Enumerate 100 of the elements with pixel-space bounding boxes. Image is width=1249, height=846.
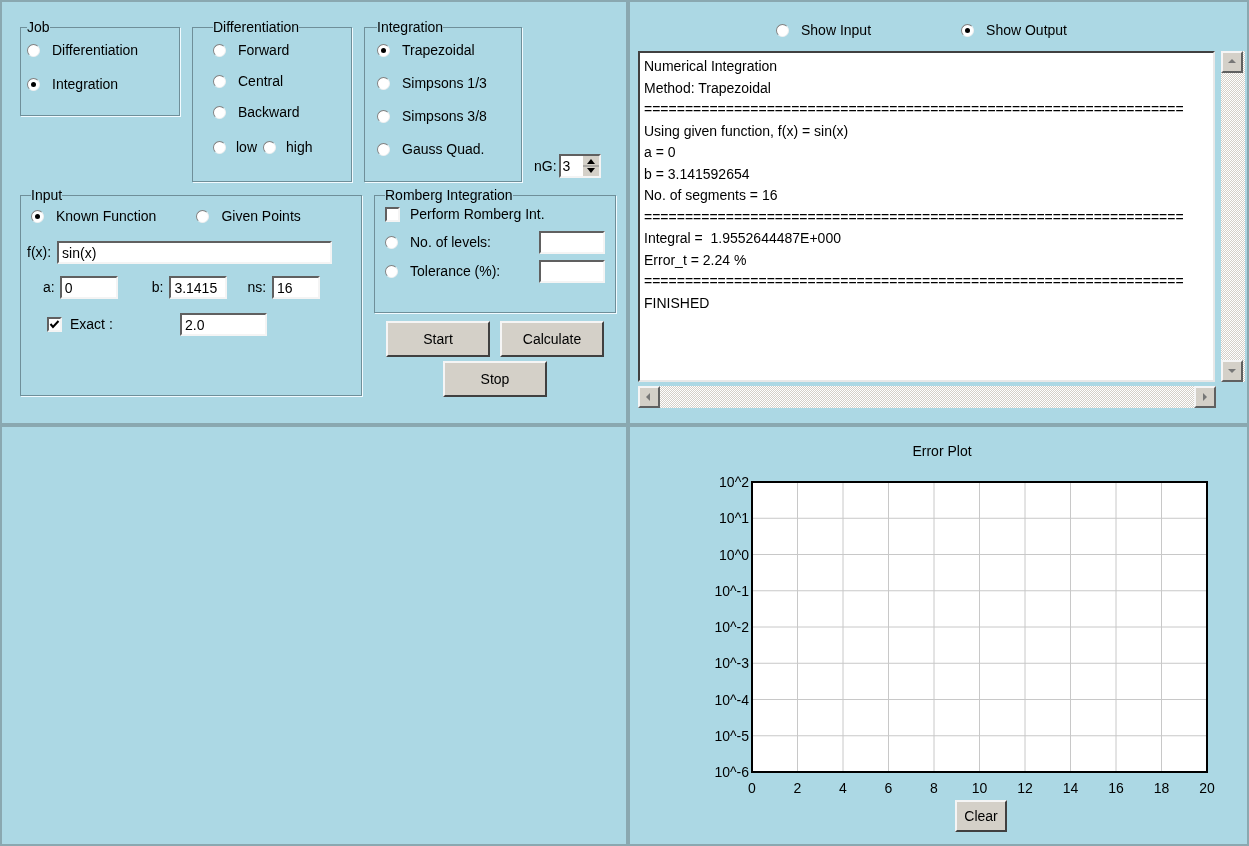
checkbox-label: Exact : [70,315,114,334]
scroll-up-button[interactable] [1221,51,1244,73]
output-line: Numerical Integration [644,57,778,76]
radio-button[interactable] [776,24,789,37]
checkbox[interactable] [385,207,400,222]
radio-button[interactable] [385,236,398,249]
radio-button[interactable] [213,75,226,88]
radio-label: Simpsons 3/8 [402,107,487,126]
spin-value: 3 [561,156,572,176]
push-button[interactable]: Start [386,321,490,357]
push-button[interactable]: Calculate [500,321,604,357]
radio-label: Show Output [986,21,1067,40]
y-tick-label: 10^0 [719,546,749,563]
output-line: Using given function, f(x) = sin(x) [644,121,849,141]
output-line: ================================================================== [644,207,1184,227]
text-field[interactable] [539,231,605,254]
radio-label: high [286,138,313,157]
text-field[interactable]: 0 [59,276,118,299]
group-title: Input [31,188,63,202]
radio-button[interactable] [377,110,390,123]
x-tick-label: 12 [1017,780,1033,796]
y-tick-label: 10^-4 [714,691,749,708]
radio-label: No. of levels: [410,233,491,252]
radio-label: Simpsons 1/3 [402,74,487,93]
x-tick-label: 8 [930,780,938,796]
y-tick-label: 10^-2 [714,619,749,635]
radio-label: Trapezoidal [402,41,475,60]
radio-button[interactable] [213,141,226,154]
horizontal-scrollbar[interactable] [638,386,1216,408]
radio-button[interactable] [377,77,390,90]
clear-button[interactable]: Clear [955,800,1007,832]
radio-button[interactable] [213,44,226,57]
radio-label: Forward [238,41,290,60]
text-field[interactable]: 16 [272,276,321,299]
x-tick-label: 10 [971,780,988,796]
y-tick-label: 10^1 [719,510,749,527]
x-tick-label: 4 [839,780,847,796]
ng-label: nG: [534,156,557,176]
output-line: ================================================================== [644,100,1184,119]
output-line: Integral = 1.9552644487E+000 [644,229,841,248]
group-title: Job [27,20,50,34]
x-tick-label: 2 [793,780,802,796]
radio-label: Tolerance (%): [410,262,501,281]
radio-button[interactable] [31,210,44,223]
spin-field[interactable]: 3 [558,154,601,178]
y-tick-label: 10^2 [719,474,749,490]
x-tick-label: 16 [1108,780,1124,796]
x-tick-label: 0 [748,780,756,796]
text-field[interactable]: 2.0 [180,313,267,336]
y-tick-label: 10^-6 [714,764,749,780]
x-tick-label: 14 [1062,780,1079,796]
radio-button[interactable] [377,44,390,57]
radio-label: Given Points [221,207,301,226]
radio-label: Central [238,72,284,91]
text-field[interactable]: 3.1415 [169,276,228,299]
output-line: Method: Trapezoidal [644,78,771,98]
radio-button[interactable] [196,210,210,223]
x-tick-label: 18 [1153,780,1170,796]
radio-label: low [236,138,257,157]
field-label: ns: [247,278,267,297]
x-tick-label: 20 [1199,780,1215,796]
radio-button[interactable] [263,141,276,154]
group-title: Integration [377,20,444,34]
radio-button[interactable] [385,265,398,278]
radio-label: Differentiation [52,41,139,60]
field-label: b: [151,278,164,297]
radio-button[interactable] [27,78,40,91]
radio-label: Show Input [801,21,872,40]
text-field[interactable]: sin(x) [57,241,333,264]
y-tick-label: 10^-5 [714,727,749,744]
radio-label: Known Function [56,207,157,226]
chart-title: Error Plot [912,442,972,461]
output-line: ================================================================== [644,272,1184,291]
field-label: f(x): [27,243,52,262]
radio-label: Gauss Quad. [402,140,485,159]
group-title: Romberg Integration [385,188,513,202]
output-line: FINISHED [644,293,710,313]
push-button[interactable]: Stop [443,361,547,397]
radio-label: Backward [238,103,300,122]
text-field[interactable] [539,260,605,283]
scroll-right-button[interactable] [1194,386,1216,408]
field-label: a: [43,278,55,297]
scroll-down-button[interactable] [1221,360,1244,382]
vertical-scrollbar[interactable] [1221,51,1245,382]
radio-button[interactable] [961,24,975,37]
output-line: a = 0 [644,143,676,162]
y-tick-label: 10^-1 [714,582,749,599]
output-line: Error_t = 2.24 % [644,250,747,270]
output-line: b = 3.141592654 [644,164,750,184]
output-line: No. of segments = 16 [644,186,778,205]
group-title: Differentiation [213,20,300,34]
checkbox-label: Perform Romberg Int. [410,205,545,224]
radio-button[interactable] [213,106,226,119]
radio-button[interactable] [27,44,40,57]
radio-button[interactable] [377,143,390,156]
checkbox[interactable] [47,317,62,332]
scroll-left-button[interactable] [638,386,660,408]
spin-arrows-icon[interactable] [582,156,599,176]
output-text-area[interactable] [638,51,1216,382]
y-tick-label: 10^-3 [714,655,749,672]
